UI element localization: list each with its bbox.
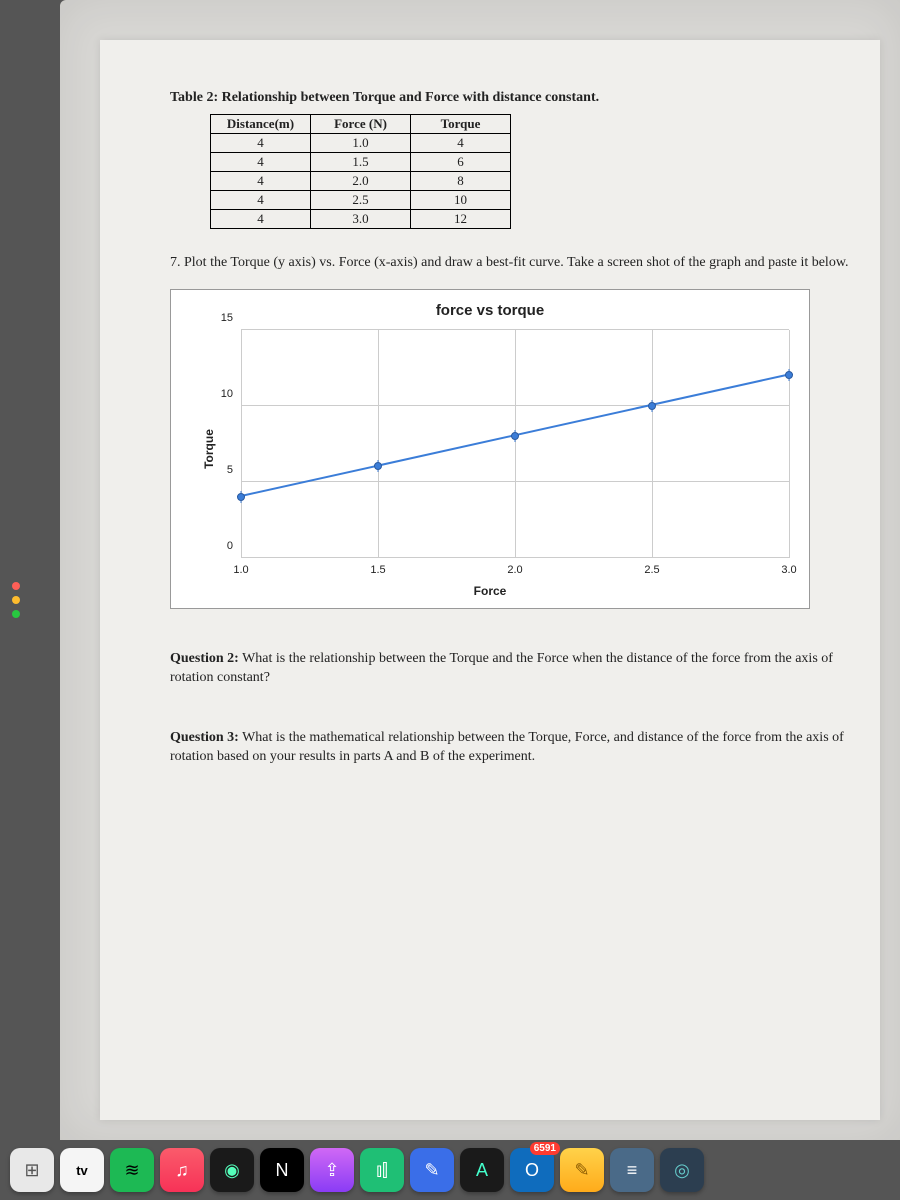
notes-icon[interactable]: ✎ bbox=[560, 1148, 604, 1192]
window-left-rail bbox=[12, 582, 20, 618]
chart-container: force vs torque Torque Force 1.01.52.02.… bbox=[170, 289, 810, 609]
translate-icon[interactable]: A bbox=[460, 1148, 504, 1192]
stats-icon[interactable]: ⫾⫿ bbox=[360, 1148, 404, 1192]
chart-ylabel: Torque bbox=[202, 429, 216, 469]
table-cell: 8 bbox=[411, 172, 511, 191]
edit-icon[interactable]: ✎ bbox=[410, 1148, 454, 1192]
table-cell: 4 bbox=[211, 210, 311, 229]
table-row: 42.08 bbox=[211, 172, 511, 191]
chart-x-tick: 3.0 bbox=[781, 564, 796, 576]
table-cell: 4 bbox=[211, 134, 311, 153]
chart-x-tick: 2.0 bbox=[507, 564, 522, 576]
table-cell: 6 bbox=[411, 153, 511, 172]
data-table: Distance(m)Force (N)Torque 41.0441.5642.… bbox=[210, 114, 511, 229]
question-3: Question 3: What is the mathematical rel… bbox=[170, 728, 850, 767]
outlook-icon[interactable]: O6591 bbox=[510, 1148, 554, 1192]
dock: ⊞tv≋♫◉N⇪⫾⫿✎AO6591✎≡◎ bbox=[0, 1140, 900, 1200]
table-cell: 2.5 bbox=[311, 191, 411, 210]
table-header: Force (N) bbox=[311, 115, 411, 134]
chart-y-tick: 5 bbox=[227, 464, 233, 476]
chart-x-tick: 2.5 bbox=[644, 564, 659, 576]
instruction-text: 7. Plot the Torque (y axis) vs. Force (x… bbox=[170, 253, 850, 273]
question-2-text: What is the relationship between the Tor… bbox=[170, 651, 833, 686]
table-cell: 2.0 bbox=[311, 172, 411, 191]
finder-icon[interactable]: ⊞ bbox=[10, 1148, 54, 1192]
table-cell: 12 bbox=[411, 210, 511, 229]
notification-badge: 6591 bbox=[530, 1142, 560, 1155]
table-row: 42.510 bbox=[211, 191, 511, 210]
chart-y-tick: 10 bbox=[221, 388, 233, 400]
chart-data-point bbox=[237, 493, 245, 501]
chart-y-tick: 0 bbox=[227, 540, 233, 552]
music-icon[interactable]: ♫ bbox=[160, 1148, 204, 1192]
table-cell: 1.0 bbox=[311, 134, 411, 153]
table-row: 41.04 bbox=[211, 134, 511, 153]
question-2-label: Question 2: bbox=[170, 651, 239, 666]
chart-title: force vs torque bbox=[171, 302, 809, 319]
chart-x-tick: 1.0 bbox=[233, 564, 248, 576]
question-3-text: What is the mathematical relationship be… bbox=[170, 730, 844, 765]
appletv-icon[interactable]: tv bbox=[60, 1148, 104, 1192]
table-cell: 4 bbox=[211, 191, 311, 210]
spotify-icon[interactable]: ≋ bbox=[110, 1148, 154, 1192]
question-3-label: Question 3: bbox=[170, 730, 239, 745]
chart-y-tick: 15 bbox=[221, 312, 233, 324]
siri-icon[interactable]: ◉ bbox=[210, 1148, 254, 1192]
chart-data-point bbox=[648, 402, 656, 410]
document-page: Table 2: Relationship between Torque and… bbox=[100, 40, 880, 1120]
table-cell: 1.5 bbox=[311, 153, 411, 172]
table-cell: 4 bbox=[411, 134, 511, 153]
chart-x-tick: 1.5 bbox=[370, 564, 385, 576]
docs-icon[interactable]: ≡ bbox=[610, 1148, 654, 1192]
chart-plot-area: 1.01.52.02.53.0051015 bbox=[241, 330, 789, 558]
chart-xlabel: Force bbox=[171, 584, 809, 598]
table-cell: 4 bbox=[211, 172, 311, 191]
monitor-viewport: Table 2: Relationship between Torque and… bbox=[60, 0, 900, 1140]
table-row: 41.56 bbox=[211, 153, 511, 172]
table-header: Torque bbox=[411, 115, 511, 134]
circle-icon[interactable]: ◎ bbox=[660, 1148, 704, 1192]
table-cell: 4 bbox=[211, 153, 311, 172]
table-cell: 10 bbox=[411, 191, 511, 210]
podcast-icon[interactable]: ⇪ bbox=[310, 1148, 354, 1192]
notion-icon[interactable]: N bbox=[260, 1148, 304, 1192]
chart-data-point bbox=[785, 371, 793, 379]
chart-data-point bbox=[374, 462, 382, 470]
table-row: 43.012 bbox=[211, 210, 511, 229]
table-header: Distance(m) bbox=[211, 115, 311, 134]
table-title: Table 2: Relationship between Torque and… bbox=[170, 90, 850, 106]
chart-data-point bbox=[511, 432, 519, 440]
question-2: Question 2: What is the relationship bet… bbox=[170, 649, 850, 688]
table-cell: 3.0 bbox=[311, 210, 411, 229]
